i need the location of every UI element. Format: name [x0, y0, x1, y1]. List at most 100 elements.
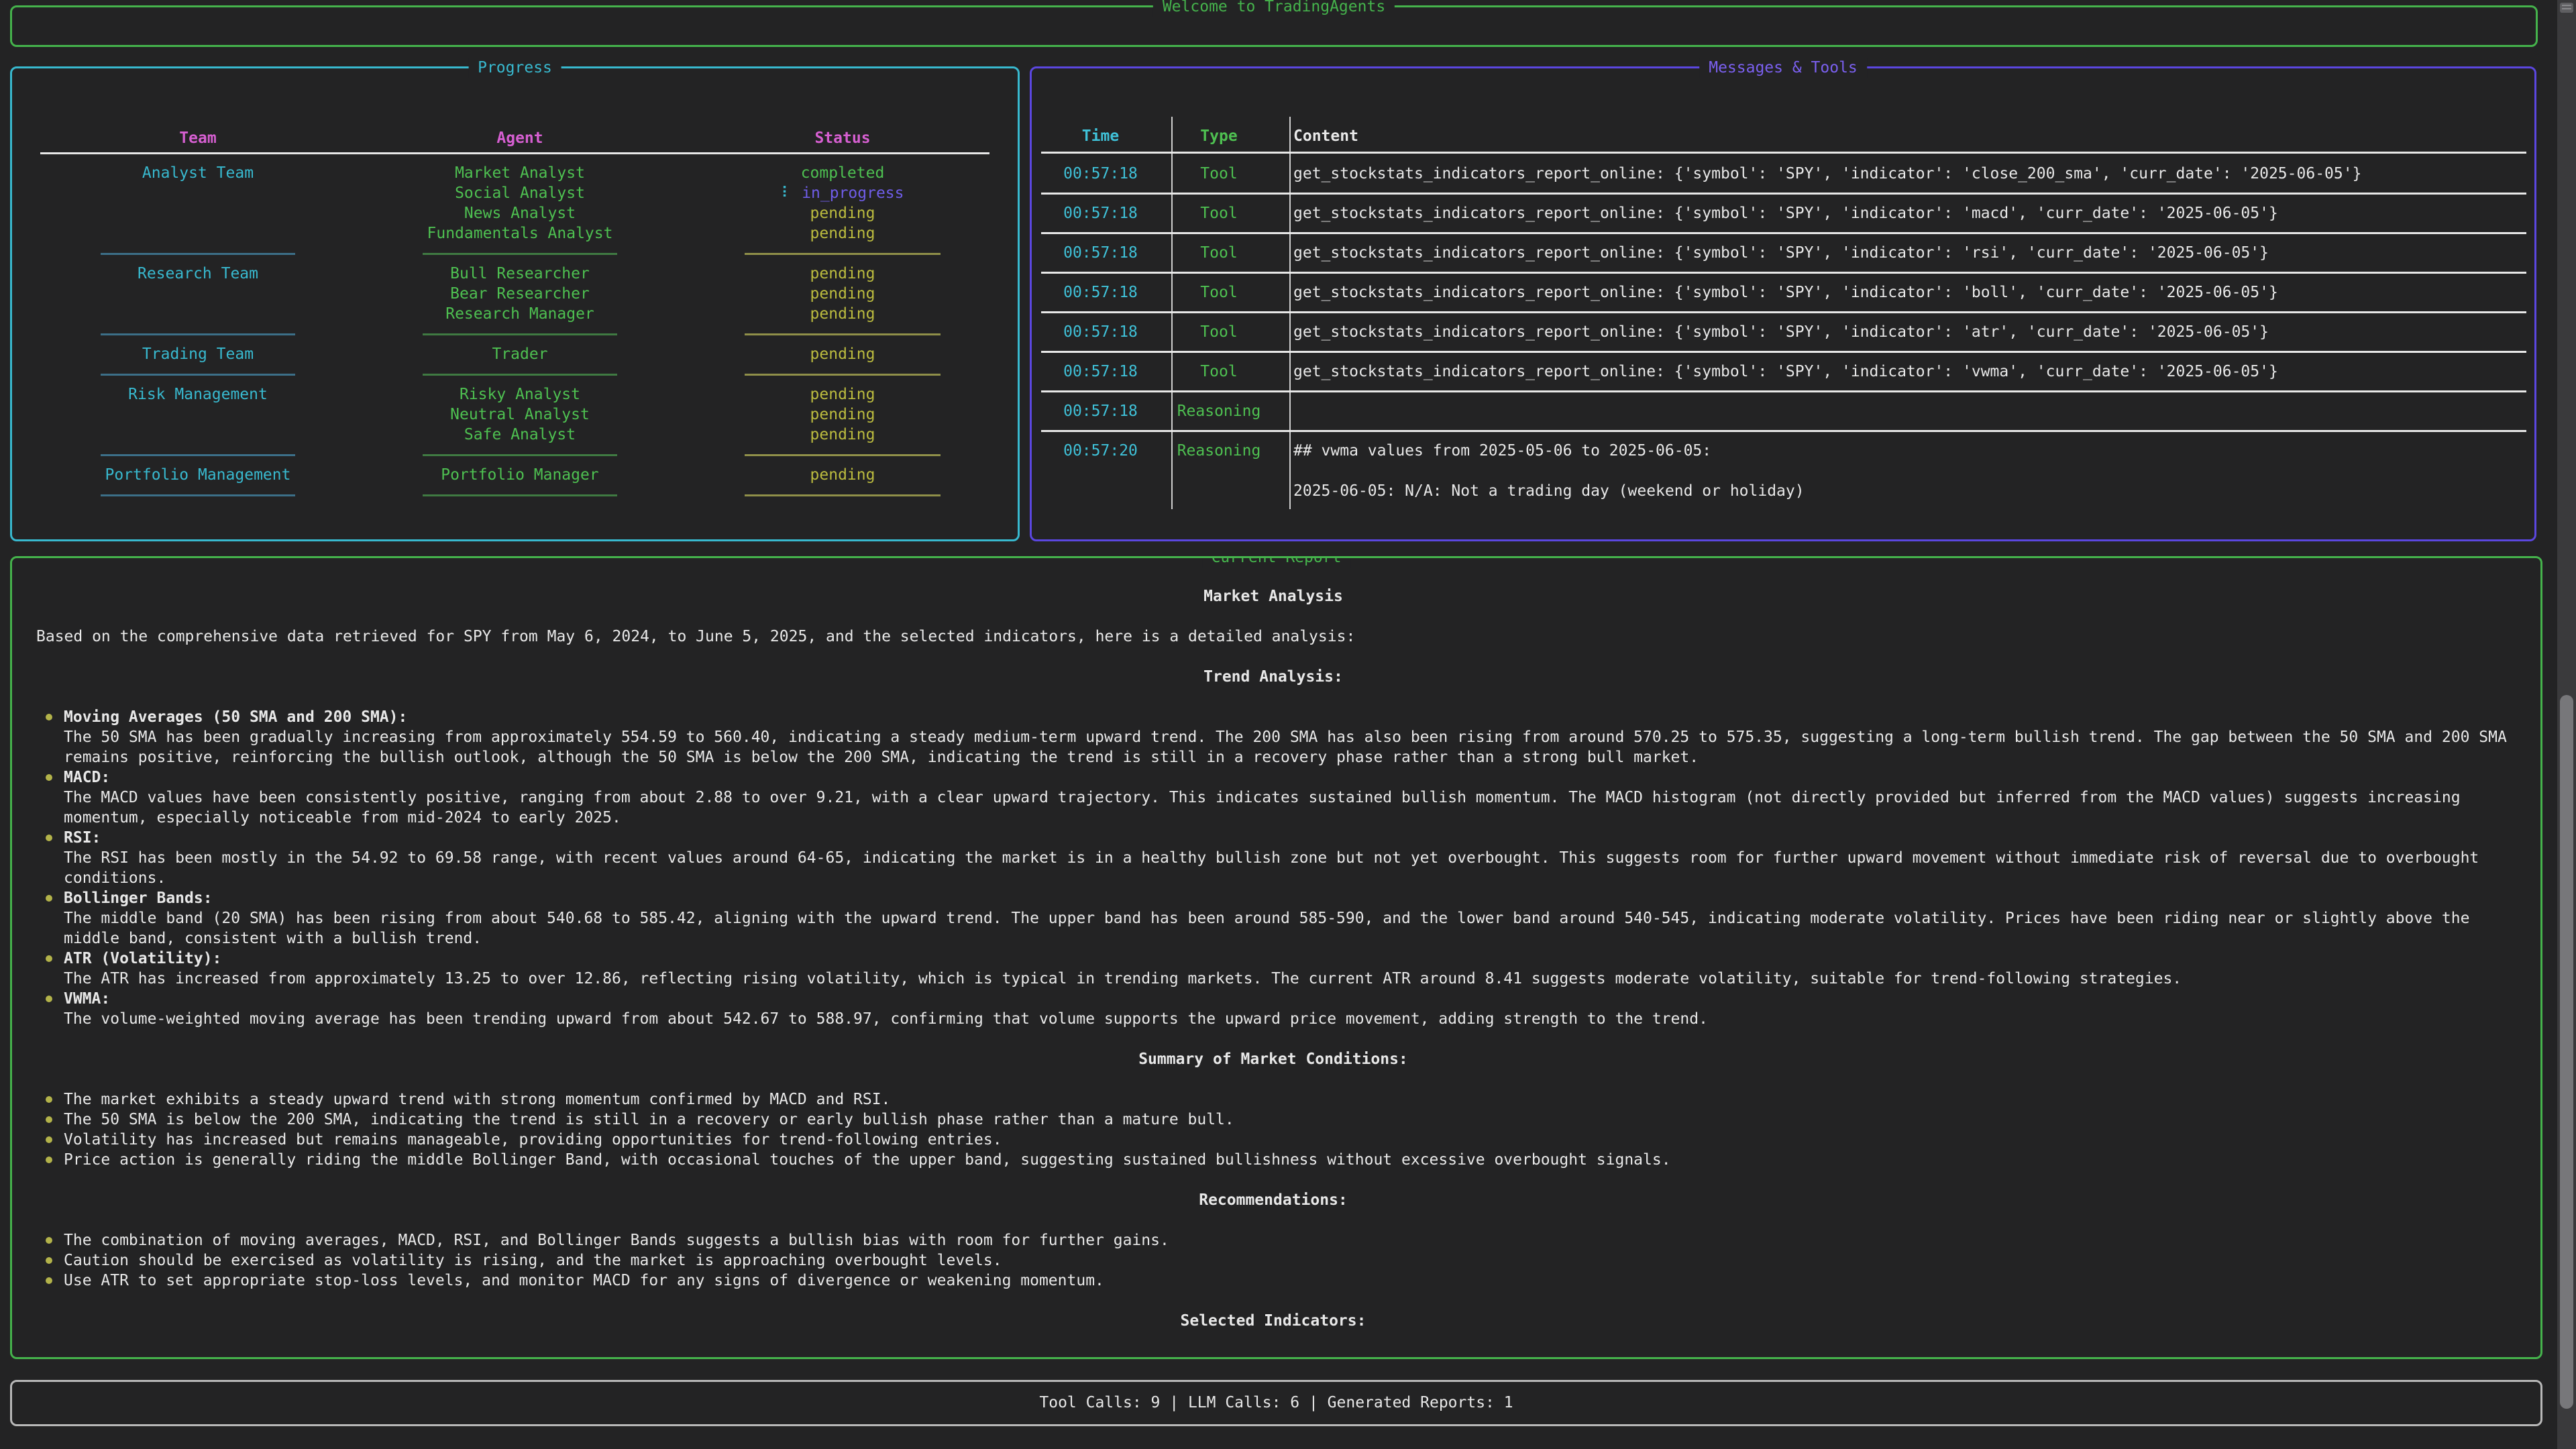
- bullet-body: Caution should be exercised as volatilit…: [64, 1250, 2510, 1271]
- scrollbar-button-icon[interactable]: [2560, 3, 2573, 13]
- progress-row: News Analystpending: [12, 203, 1018, 223]
- bullet-icon: [46, 835, 52, 841]
- progress-row: Social Analyst ⠇ in_progress: [12, 183, 1018, 203]
- message-time: 00:57:18: [1041, 362, 1160, 382]
- status-cell: ⠇ in_progress: [745, 183, 941, 203]
- report-bullet-item: Caution should be exercised as volatilit…: [36, 1250, 2510, 1271]
- message-type: Tool: [1160, 243, 1278, 263]
- status-cell: pending: [745, 405, 941, 425]
- status-cell: pending: [745, 304, 941, 324]
- bullet-body: The ATR has increased from approximately…: [64, 969, 2510, 989]
- welcome-panel: Welcome to TradingAgents: [10, 5, 2538, 47]
- bullet-body: The RSI has been mostly in the 54.92 to …: [64, 848, 2510, 888]
- message-content: get_stockstats_indicators_report_online:…: [1278, 203, 2526, 223]
- bullet-icon: [46, 1136, 52, 1143]
- bullet-title: RSI:: [64, 828, 2510, 848]
- messages-table-header: Time Type Content: [1041, 126, 2526, 146]
- team-cell: Research Team: [101, 264, 295, 284]
- agent-cell: Trader: [423, 344, 617, 364]
- message-content: ## vwma values from 2025-05-06 to 2025-0…: [1278, 441, 2526, 501]
- progress-col-status: Status: [745, 128, 941, 148]
- report-section-heading: Selected Indicators:: [36, 1311, 2510, 1331]
- progress-row: Risk ManagementRisky Analystpending: [12, 384, 1018, 405]
- report-bullet-item: MACD:The MACD values have been consisten…: [36, 767, 2510, 828]
- bullet-body: The MACD values have been consistently p…: [64, 788, 2510, 828]
- message-type: Tool: [1160, 362, 1278, 382]
- current-report-panel-title: Current Report: [1202, 556, 1351, 568]
- bullet-body: The 50 SMA has been gradually increasing…: [64, 727, 2510, 767]
- report-bullet-item: The market exhibits a steady upward tren…: [36, 1089, 2510, 1110]
- status-cell: pending: [745, 384, 941, 405]
- scrollbar[interactable]: [2557, 0, 2576, 1449]
- agent-cell: Portfolio Manager: [423, 465, 617, 485]
- report-intro: Based on the comprehensive data retrieve…: [36, 627, 2510, 647]
- message-content: get_stockstats_indicators_report_online:…: [1278, 164, 2526, 184]
- bullet-body: Volatility has increased but remains man…: [64, 1130, 2510, 1150]
- messages-col-type: Type: [1160, 126, 1278, 146]
- progress-row: Fundamentals Analyst pending: [12, 223, 1018, 244]
- bullet-body: The middle band (20 SMA) has been rising…: [64, 908, 2510, 949]
- progress-row: Portfolio Management Portfolio Manager pen…: [12, 465, 1018, 485]
- messages-header-separator: [1041, 146, 2526, 164]
- messages-tools-panel: Messages & Tools Time Type Content 00:57…: [1030, 66, 2536, 541]
- current-report-panel: Current Report Market Analysis Based on …: [10, 556, 2542, 1359]
- group-separator: [12, 324, 1018, 344]
- team-cell: [101, 203, 295, 223]
- bullet-body: The 50 SMA is below the 200 SMA, indicat…: [64, 1110, 2510, 1130]
- agent-cell: Social Analyst: [423, 183, 617, 203]
- row-separator: [1041, 223, 2526, 243]
- agent-cell: Fundamentals Analyst: [423, 223, 617, 244]
- report-bullet-item: Bollinger Bands:The middle band (20 SMA)…: [36, 888, 2510, 949]
- progress-row: Neutral Analyst pending: [12, 405, 1018, 425]
- status-cell: pending: [745, 465, 941, 485]
- agent-cell: Neutral Analyst: [423, 405, 617, 425]
- progress-header-separator: [12, 148, 1018, 163]
- message-content: get_stockstats_indicators_report_online:…: [1278, 362, 2526, 382]
- bullet-icon: [46, 1096, 52, 1103]
- agent-cell: News Analyst: [423, 203, 617, 223]
- message-content: get_stockstats_indicators_report_online:…: [1278, 243, 2526, 263]
- agent-cell: Bull Researcher: [423, 264, 617, 284]
- bullet-title: ATR (Volatility):: [64, 949, 2510, 969]
- status-cell: pending: [745, 344, 941, 364]
- message-time: 00:57:18: [1041, 164, 1160, 184]
- progress-row: Trading TeamTraderpending: [12, 344, 1018, 364]
- status-cell: pending: [745, 284, 941, 304]
- agent-cell: Safe Analyst: [423, 425, 617, 445]
- team-cell: Portfolio Management: [101, 465, 295, 485]
- group-separator: [12, 244, 1018, 264]
- bullet-icon: [46, 1237, 52, 1244]
- team-cell: [101, 405, 295, 425]
- status-bar: Tool Calls: 9 | LLM Calls: 6 | Generated…: [10, 1380, 2542, 1426]
- report-bullet-item: VWMA:The volume-weighted moving average …: [36, 989, 2510, 1029]
- team-cell: Analyst Team: [101, 163, 295, 183]
- messages-tools-panel-title: Messages & Tools: [1699, 58, 1867, 78]
- agent-cell: Risky Analyst: [423, 384, 617, 405]
- message-time: 00:57:18: [1041, 203, 1160, 223]
- message-time: 00:57:18: [1041, 282, 1160, 303]
- message-time: 00:57:18: [1041, 401, 1160, 421]
- bullet-icon: [46, 1116, 52, 1123]
- message-type: Tool: [1160, 164, 1278, 184]
- team-cell: [101, 304, 295, 324]
- scrollbar-thumb[interactable]: [2560, 695, 2573, 1409]
- status-cell: pending: [745, 223, 941, 244]
- message-row: 00:57:18Toolget_stockstats_indicators_re…: [1041, 203, 2526, 223]
- bullet-icon: [46, 1257, 52, 1264]
- message-content: get_stockstats_indicators_report_online:…: [1278, 282, 2526, 303]
- message-time: 00:57:18: [1041, 243, 1160, 263]
- status-bar-text: Tool Calls: 9 | LLM Calls: 6 | Generated…: [12, 1382, 2540, 1424]
- bullet-icon: [46, 1157, 52, 1163]
- progress-row: Research Managerpending: [12, 304, 1018, 324]
- report-section-heading: Trend Analysis:: [36, 667, 2510, 687]
- report-section-heading: Summary of Market Conditions:: [36, 1049, 2510, 1069]
- status-cell: pending: [745, 425, 941, 445]
- row-separator: [1041, 342, 2526, 362]
- report-bullet-item: Price action is generally riding the mid…: [36, 1150, 2510, 1170]
- progress-row: Research TeamBull Researcherpending: [12, 264, 1018, 284]
- bullet-body: The market exhibits a steady upward tren…: [64, 1089, 2510, 1110]
- bullet-icon: [46, 1277, 52, 1284]
- message-row: 00:57:18Toolget_stockstats_indicators_re…: [1041, 282, 2526, 303]
- welcome-panel-title: Welcome to TradingAgents: [1153, 0, 1395, 17]
- report-title: Market Analysis: [36, 586, 2510, 606]
